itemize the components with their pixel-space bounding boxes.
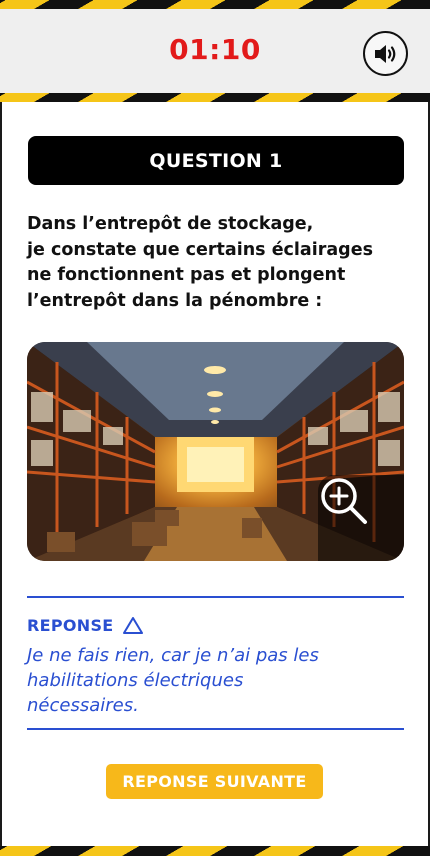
answer-text: Je ne fais rien, car je n’ai pas les hab… — [27, 645, 319, 716]
hazard-stripe-header — [0, 93, 430, 102]
question-text: Dans l’entrepôt de stockage, je constate… — [27, 214, 373, 311]
answer-label-row: REPONSE — [27, 616, 144, 635]
speaker-volume-icon — [374, 44, 395, 63]
sound-toggle-button[interactable] — [363, 31, 408, 76]
hazard-stripe-bottom — [0, 846, 430, 856]
zoom-in-icon — [321, 478, 367, 524]
header-bar: 01:10 — [0, 9, 430, 93]
question-title: QUESTION 1 — [28, 136, 404, 185]
zoom-image-button[interactable] — [318, 475, 404, 561]
answer-panel: REPONSE Je ne fais rien, car je n’ai pas… — [27, 596, 404, 730]
answer-label: REPONSE — [27, 616, 114, 635]
warning-triangle-icon — [122, 617, 143, 634]
warehouse-photo — [27, 342, 404, 561]
next-answer-button[interactable]: REPONSE SUIVANTE — [106, 764, 323, 799]
hazard-stripe-top — [0, 0, 430, 9]
